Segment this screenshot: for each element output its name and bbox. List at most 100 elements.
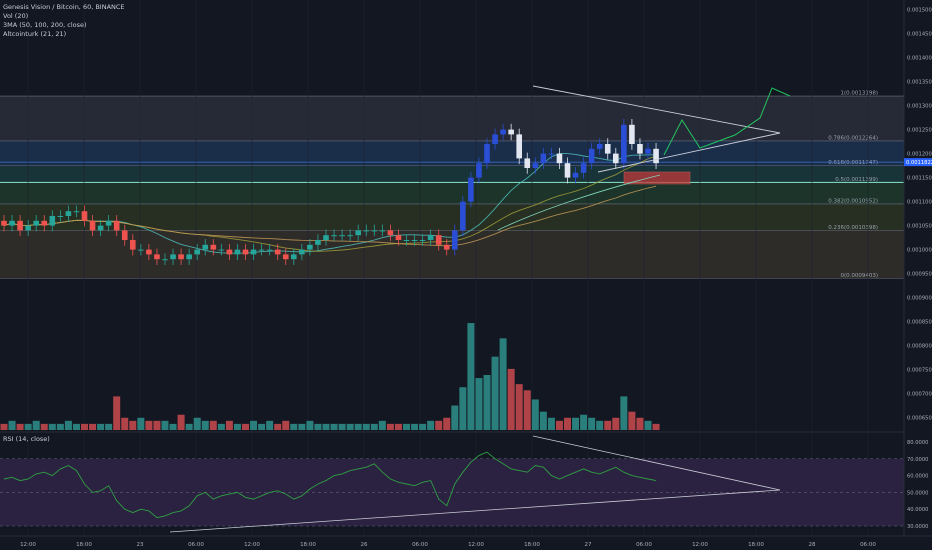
candle-body	[452, 230, 458, 250]
candle-body	[146, 249, 152, 255]
trading-chart[interactable]: 1(0.0013198) 0.786(0.0012264) 0.618(0.0011…	[0, 0, 932, 550]
candle-body	[194, 249, 200, 255]
volume-bar	[499, 338, 507, 430]
ichimoku-legend: Altcointurk (21, 21)	[3, 30, 67, 38]
volume-bar	[338, 423, 346, 430]
fib-label: 0.236(0.0010398)	[828, 225, 878, 231]
volume-bar	[258, 423, 266, 430]
volume-bar	[435, 420, 443, 430]
rsi-tick-label: 60.0000	[907, 474, 928, 480]
price-tick-label: 0.0008500	[907, 320, 932, 326]
candle-body	[508, 129, 514, 135]
fib-label: 0.618(0.0011747)	[828, 160, 878, 166]
candle-body	[492, 134, 498, 144]
volume-bar	[217, 423, 225, 430]
candle-body	[57, 216, 64, 217]
candle-body	[274, 249, 281, 255]
candle-body	[130, 240, 136, 250]
candle-body	[339, 235, 345, 237]
candle-body	[435, 235, 442, 245]
candle-body	[242, 249, 249, 255]
candle-body	[162, 259, 168, 261]
volume-bar	[32, 420, 40, 430]
volume-bar	[233, 423, 241, 430]
candle-body	[411, 240, 418, 241]
candle-body	[621, 124, 627, 164]
time-tick-label: 18:00	[300, 542, 316, 548]
candle-body	[580, 163, 587, 173]
candle-body	[371, 230, 378, 232]
volume-bar	[24, 423, 32, 430]
volume-bar	[427, 420, 435, 430]
volume-bar	[322, 423, 330, 430]
current-price-label: 0.0011822	[906, 160, 932, 166]
candle-body	[645, 148, 651, 154]
volume-bar	[507, 368, 515, 430]
candle-body	[443, 244, 450, 250]
candle-body	[33, 220, 39, 226]
time-tick-label: 12:00	[468, 542, 484, 548]
price-tick-label: 0.0014500	[907, 32, 932, 38]
candle-body	[17, 220, 23, 231]
fib-label: 0.786(0.0012264)	[828, 135, 878, 141]
volume-bar	[515, 384, 523, 430]
volume-bar	[177, 414, 185, 430]
volume-bar	[242, 423, 249, 430]
candle-body	[154, 254, 160, 260]
volume-bar	[56, 423, 64, 430]
candle-body	[170, 254, 176, 260]
time-tick-label: 18:00	[76, 542, 92, 548]
candle-body	[572, 172, 579, 178]
time-tick-label: 06:00	[412, 542, 428, 548]
time-tick-label: 12:00	[244, 542, 260, 548]
fib-zone	[0, 182, 904, 204]
volume-bar	[354, 423, 362, 430]
rsi-tick-label: 70.0000	[907, 457, 928, 463]
candle-body	[226, 249, 233, 255]
candle-body	[282, 254, 289, 260]
time-tick-label: 06:00	[188, 542, 204, 548]
candle-body	[73, 211, 80, 213]
volume-bar	[564, 417, 571, 430]
time-tick-label: 27	[585, 542, 592, 548]
time-tick-label: 12:00	[20, 542, 36, 548]
candle-body	[355, 230, 361, 236]
candle-body	[596, 144, 603, 149]
volume-bar	[8, 420, 16, 430]
time-tick-label: 26	[361, 542, 368, 548]
volume-bar	[411, 423, 419, 430]
volume-bar	[467, 323, 475, 430]
price-tick-label: 0.0008000	[907, 344, 932, 350]
volume-bar	[419, 423, 427, 430]
price-tick-label: 0.0012500	[907, 128, 932, 134]
rsi-tick-label: 30.0000	[907, 524, 928, 530]
volume-bar	[652, 423, 660, 430]
candle-body	[258, 249, 265, 251]
volume-bar	[40, 423, 48, 430]
candle-body	[202, 244, 209, 250]
volume-bar	[451, 405, 459, 430]
volume-bar	[403, 423, 410, 430]
price-tick-label: 0.0007500	[907, 368, 932, 374]
candle-body	[604, 144, 611, 154]
candle-body	[105, 220, 112, 226]
fib-zone	[0, 165, 904, 183]
time-tick-label: 06:00	[636, 542, 652, 548]
candle-body	[218, 249, 225, 251]
volume-bar	[604, 420, 612, 430]
candle-body	[588, 148, 595, 164]
rsi-tick-label: 40.0000	[907, 507, 928, 513]
candle-body	[49, 216, 56, 226]
volume-bar	[129, 420, 137, 430]
candle-body	[234, 249, 241, 255]
candle-body	[178, 254, 184, 260]
volume-bars	[0, 323, 660, 430]
candle-body	[516, 134, 522, 159]
price-tick-label: 0.0012000	[907, 152, 932, 158]
price-tick-label: 0.0011500	[907, 176, 932, 182]
candle-body	[564, 163, 571, 178]
candle-body	[121, 230, 128, 240]
volume-bar	[64, 420, 72, 430]
price-tick-label: 0.0015000	[907, 8, 932, 14]
candle-body	[629, 124, 635, 144]
